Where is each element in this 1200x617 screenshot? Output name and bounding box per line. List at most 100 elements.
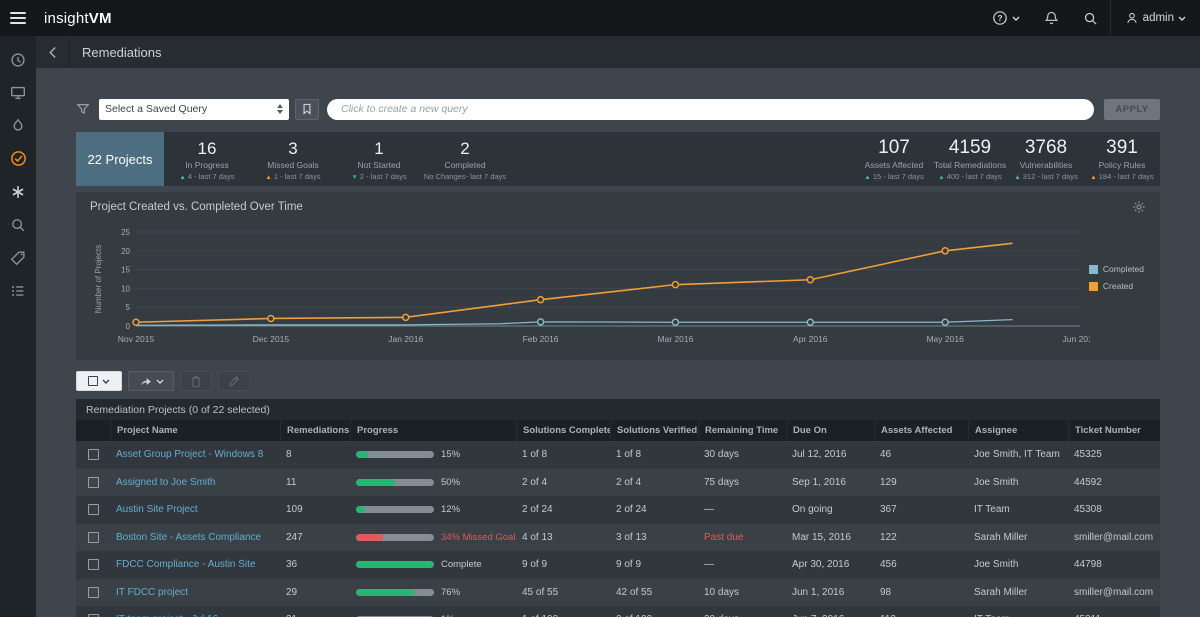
cell-due-on: Jul 12, 2016 [786,449,874,460]
col-project-name[interactable]: Project Name [110,420,280,441]
search-icon [1083,11,1098,26]
col-solutions-verified[interactable]: Solutions Verified [610,420,698,441]
table-row[interactable]: FDCC Compliance - Austin Site36Complete9… [76,551,1160,579]
automated-actions-icon [9,183,27,201]
cell-assets-affected: 129 [874,477,968,488]
col-checkbox [76,420,110,441]
saved-query-select[interactable]: Select a Saved Query [99,99,289,120]
col-assets-affected[interactable]: Assets Affected [874,420,968,441]
stat-assets-affected: 107Assets Affected▲ 15 - last 7 days [856,132,932,186]
stats-right-group: 107Assets Affected▲ 15 - last 7 days4159… [856,132,1160,186]
cell-project-name: IT FDCC project [110,587,280,598]
stat-policy-rules: 391Policy Rules▲ 184 - last 7 days [1084,132,1160,186]
col-remediations[interactable]: Remediations [280,420,350,441]
cell-remaining-time: Past due [698,532,786,543]
save-query-button[interactable] [295,99,319,120]
table-header-row: Project NameRemediationsProgressSolution… [76,420,1160,441]
row-checkbox[interactable] [88,504,99,515]
col-solutions-completed[interactable]: Solutions Completed [516,420,610,441]
row-checkbox[interactable] [88,559,99,570]
col-due-on[interactable]: Due On [786,420,874,441]
table-row[interactable]: Asset Group Project - Windows 8815%1 of … [76,441,1160,469]
apply-button[interactable]: APPLY [1104,99,1160,120]
assets-monitor-icon [9,84,27,102]
chevron-down-icon [102,379,110,384]
project-name-link[interactable]: IT FDCC project [116,587,188,598]
col-remaining-time[interactable]: Remaining Time [698,420,786,441]
cell-assets-affected: 456 [874,559,968,570]
cell-ticket-number: 44798 [1068,559,1160,570]
legend-created: Created [1089,281,1144,291]
sidebar-item-remediations[interactable] [5,148,31,169]
table-title: Remediation Projects (0 of 22 selected) [76,399,1160,420]
row-checkbox[interactable] [88,449,99,460]
user-menu[interactable]: admin [1110,0,1200,36]
delete-button[interactable] [180,371,212,391]
projects-count-tile[interactable]: 22 Projects [76,132,164,186]
main-content: Select a Saved Query APPLY 22 Projects 1… [36,68,1200,617]
cell-ticket-number: smiller@mail.com [1068,532,1160,543]
sidebar [0,36,36,617]
svg-text:Apr 2016: Apr 2016 [793,334,828,344]
bookmark-icon [302,103,312,115]
col-progress[interactable]: Progress [350,420,516,441]
notifications-button[interactable] [1032,0,1071,36]
row-checkbox[interactable] [88,532,99,543]
sidebar-item-tags[interactable] [5,247,31,268]
project-name-link[interactable]: FDCC Compliance - Austin Site [116,559,256,570]
cell-project-name: Boston Site - Assets Compliance [110,532,280,543]
user-name: admin [1143,12,1174,24]
trash-icon [190,375,202,388]
chart-header: Project Created vs. Completed Over Time [90,200,1146,214]
menu-icon[interactable] [0,0,36,36]
table-row[interactable]: Boston Site - Assets Compliance24734% Mi… [76,524,1160,552]
sidebar-item-assets[interactable] [5,82,31,103]
project-name-link[interactable]: Boston Site - Assets Compliance [116,532,261,543]
cell-due-on: Apr 30, 2016 [786,559,874,570]
col-assignee[interactable]: Assignee [968,420,1068,441]
sidebar-item-dashboard[interactable] [5,49,31,70]
share-dropdown[interactable] [128,371,174,391]
svg-text:15: 15 [121,266,130,275]
table-row[interactable]: IT FDCC project2976%45 of 5542 of 5510 d… [76,579,1160,607]
sidebar-item-vulnerabilities[interactable] [5,115,31,136]
table-row[interactable]: IT team project - Jul 16311%1 of 1000 of… [76,606,1160,617]
app-root: insightVM ? admin [0,0,1200,617]
sidebar-item-automated-actions[interactable] [5,181,31,202]
cell-progress: 12% [350,504,516,515]
row-checkbox[interactable] [88,477,99,488]
remediation-check-icon [9,149,28,168]
project-name-link[interactable]: Austin Site Project [116,504,198,515]
help-menu[interactable]: ? [980,0,1032,36]
sidebar-item-management[interactable] [5,280,31,301]
search-button[interactable] [1071,0,1110,36]
chevron-down-icon [156,379,164,384]
tag-icon [9,249,27,267]
table-row[interactable]: Assigned to Joe Smith1150%2 of 42 of 475… [76,469,1160,497]
chart-settings-button[interactable] [1132,200,1146,214]
cell-project-name: Assigned to Joe Smith [110,477,280,488]
clock-icon [9,51,27,69]
select-all-dropdown[interactable] [76,371,122,391]
cell-progress: Complete [350,559,516,570]
edit-button[interactable] [218,371,250,391]
cell-remediations: 36 [280,559,350,570]
cell-remediations: 29 [280,587,350,598]
project-name-link[interactable]: Assigned to Joe Smith [116,477,216,488]
stat-vulnerabilities: 3768Vulnerabilities▲ 312 - last 7 days [1008,132,1084,186]
table-row[interactable]: Austin Site Project10912%2 of 242 of 24—… [76,496,1160,524]
cell-due-on: On going [786,504,874,515]
query-input[interactable] [327,99,1094,120]
back-button[interactable] [36,36,70,68]
cell-due-on: Mar 15, 2016 [786,532,874,543]
svg-text:Number of Projects: Number of Projects [94,245,103,313]
cell-solutions-verified: 2 of 24 [610,504,698,515]
project-name-link[interactable]: Asset Group Project - Windows 8 [116,449,263,460]
cell-assets-affected: 46 [874,449,968,460]
sidebar-item-discovery[interactable] [5,214,31,235]
progress-label: 15% [441,449,460,460]
cell-assignee: Joe Smith, IT Team [968,449,1068,460]
col-ticket-number[interactable]: Ticket Number [1068,420,1160,441]
row-checkbox[interactable] [88,587,99,598]
list-icon [9,282,27,300]
